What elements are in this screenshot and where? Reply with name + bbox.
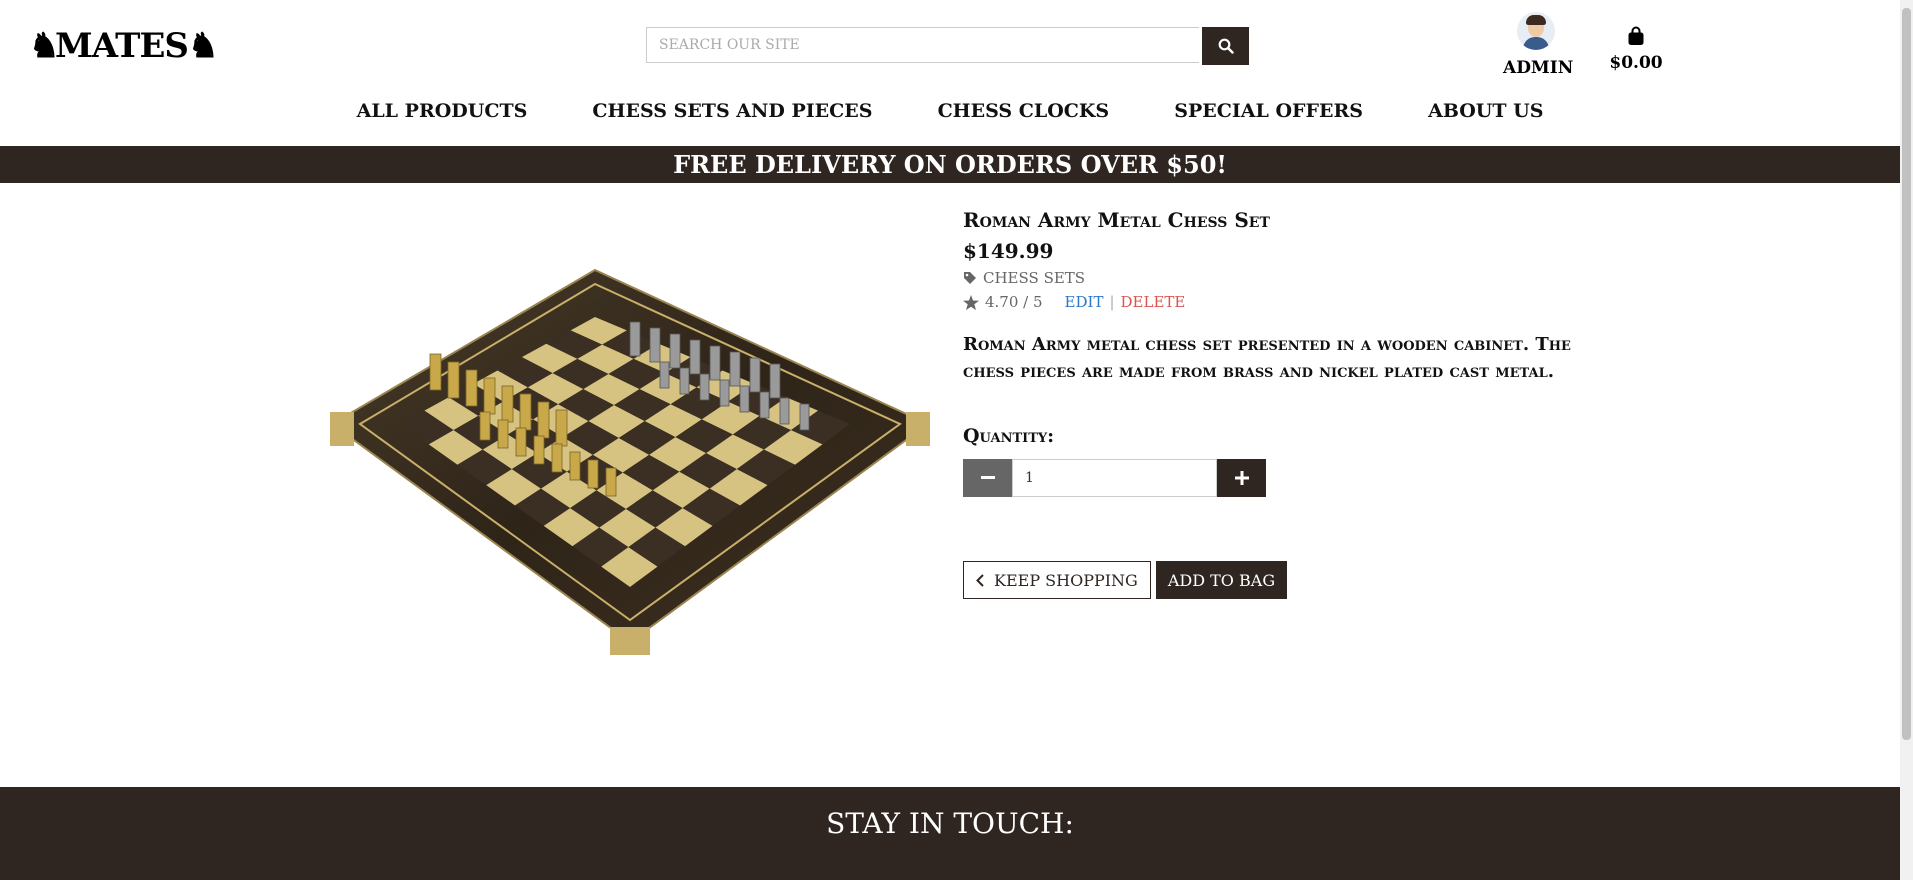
site-footer: STAY IN TOUCH: bbox=[0, 787, 1900, 880]
product-details: Roman Army Metal Chess Set $149.99 Chess… bbox=[963, 208, 1583, 599]
search-form bbox=[646, 27, 1249, 65]
shopping-bag-icon bbox=[1628, 26, 1644, 45]
tag-icon bbox=[964, 272, 976, 284]
product-rating: 4.70 / 5 Edit | Delete bbox=[963, 293, 1583, 311]
product-actions: Keep Shopping Add to Bag bbox=[963, 561, 1583, 599]
product-description: Roman Army metal chess set presented in … bbox=[963, 334, 1571, 382]
plus-icon bbox=[1234, 471, 1249, 485]
search-icon bbox=[1218, 38, 1234, 54]
quantity-stepper bbox=[963, 459, 1266, 497]
minus-icon bbox=[980, 476, 995, 479]
site-header: ♞MATES♞ ADMIN $0.00 ALL PRODUCTS CHESS S… bbox=[0, 0, 1900, 146]
knight-icon-left: ♞ bbox=[29, 26, 59, 66]
free-delivery-banner: FREE DELIVERY ON ORDERS OVER $50! bbox=[0, 146, 1900, 183]
quantity-label: Quantity: bbox=[963, 425, 1055, 447]
nav-chess-sets-and-pieces[interactable]: CHESS SETS AND PIECES bbox=[592, 100, 872, 122]
page-scrollbar[interactable] bbox=[1900, 0, 1913, 880]
search-button[interactable] bbox=[1202, 27, 1249, 65]
shopping-bag-link[interactable]: $0.00 bbox=[1598, 26, 1674, 73]
add-to-bag-button[interactable]: Add to Bag bbox=[1155, 561, 1288, 599]
knight-icon-right: ♞ bbox=[187, 26, 218, 66]
scrollbar-thumb[interactable] bbox=[1902, 8, 1911, 740]
account-label: ADMIN bbox=[1503, 58, 1574, 78]
keep-shopping-label: Keep Shopping bbox=[994, 570, 1138, 590]
main-nav: ALL PRODUCTS CHESS SETS AND PIECES CHESS… bbox=[0, 100, 1900, 122]
delete-link[interactable]: Delete bbox=[1121, 293, 1186, 311]
decrement-qty-button[interactable] bbox=[963, 459, 1012, 497]
product-price: $149.99 bbox=[963, 239, 1054, 263]
category-label: Chess Sets bbox=[983, 269, 1086, 287]
increment-qty-button[interactable] bbox=[1217, 459, 1266, 497]
site-logo[interactable]: ♞MATES♞ bbox=[29, 26, 218, 66]
nav-all-products[interactable]: ALL PRODUCTS bbox=[357, 100, 528, 122]
action-separator: | bbox=[1109, 293, 1115, 311]
footer-heading: STAY IN TOUCH: bbox=[826, 807, 1074, 840]
nav-chess-clocks[interactable]: CHESS CLOCKS bbox=[938, 100, 1110, 122]
rating-value: 4.70 / 5 bbox=[985, 293, 1043, 311]
product-category[interactable]: Chess Sets bbox=[963, 269, 1583, 287]
star-icon bbox=[963, 294, 979, 310]
quantity-input[interactable] bbox=[1012, 459, 1217, 497]
logo-text: MATES bbox=[55, 26, 189, 66]
keep-shopping-button[interactable]: Keep Shopping bbox=[963, 561, 1151, 599]
bag-total: $0.00 bbox=[1609, 53, 1663, 73]
product-title: Roman Army Metal Chess Set bbox=[963, 208, 1270, 232]
edit-link[interactable]: Edit bbox=[1065, 293, 1104, 311]
nav-special-offers[interactable]: SPECIAL OFFERS bbox=[1174, 100, 1363, 122]
avatar bbox=[1517, 12, 1555, 50]
nav-about-us[interactable]: ABOUT US bbox=[1428, 100, 1543, 122]
product-image bbox=[330, 262, 930, 662]
chevron-left-icon bbox=[976, 573, 984, 587]
search-input[interactable] bbox=[646, 27, 1199, 63]
account-link[interactable]: ADMIN bbox=[1503, 12, 1574, 78]
